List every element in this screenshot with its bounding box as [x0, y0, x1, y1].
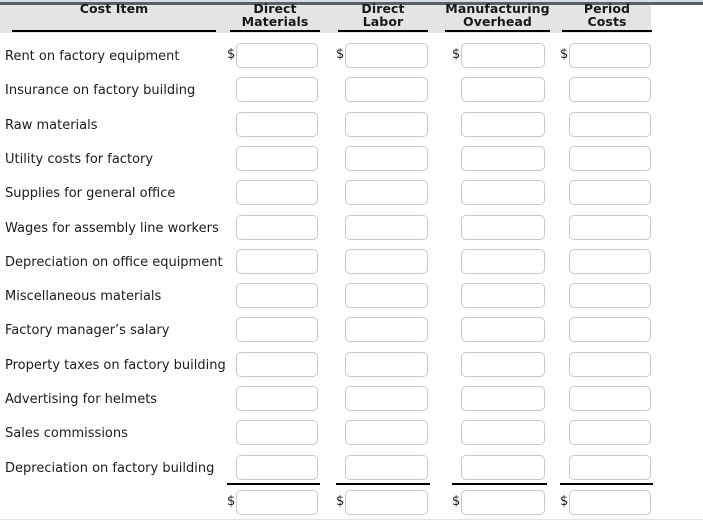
subtotal-rule-period-costs: [560, 482, 653, 485]
cell-input-direct-labor-row-9[interactable]: [345, 317, 428, 343]
currency-symbol-total: $: [336, 493, 345, 509]
cell-input-direct-materials-row-5[interactable]: [236, 180, 318, 206]
cell-input-period-costs-row-1[interactable]: [569, 43, 651, 68]
cell-input-period-costs-row-11[interactable]: [569, 386, 651, 411]
currency-symbol: $: [336, 47, 345, 62]
cell-input-direct-materials-row-2[interactable]: [236, 77, 318, 103]
cell-input-period-costs-row-10[interactable]: [569, 351, 651, 377]
column-header-direct-materials: Direct Materials: [228, 2, 322, 28]
cell-input-mfg-overhead-row-10[interactable]: [461, 351, 545, 377]
total-input-mfg-overhead[interactable]: [461, 489, 545, 515]
cell-input-direct-labor-row-7[interactable]: [345, 248, 428, 274]
cell-input-mfg-overhead-row-6[interactable]: [461, 214, 545, 240]
cell-input-mfg-overhead-row-12[interactable]: [461, 420, 545, 446]
cell-input-direct-materials-row-1[interactable]: [236, 43, 318, 68]
row-label: Rent on factory equipment: [5, 49, 180, 64]
cell-input-period-costs-row-12[interactable]: [569, 420, 651, 446]
cell-input-mfg-overhead-row-8[interactable]: [461, 283, 545, 309]
header-rule-manufacturing-overhead: [445, 30, 550, 32]
column-header-line2: Materials: [241, 14, 309, 29]
cell-input-mfg-overhead-row-7[interactable]: [461, 248, 545, 274]
column-header-period-costs: Period Costs: [560, 2, 654, 28]
header-rule-direct-labor: [338, 30, 428, 32]
row-label: Supplies for general office: [5, 186, 176, 202]
row-label: Depreciation on factory building: [5, 460, 215, 476]
row-label: Raw materials: [5, 117, 98, 133]
row-label: Utility costs for factory: [5, 151, 154, 167]
subtotal-rule-direct-materials: [227, 482, 320, 485]
cell-input-period-costs-row-5[interactable]: [569, 180, 651, 206]
column-header-direct-labor: Direct Labor: [336, 2, 430, 28]
cell-input-period-costs-row-9[interactable]: [569, 317, 651, 343]
total-input-direct-materials[interactable]: [236, 489, 318, 515]
currency-symbol-total: $: [452, 493, 461, 509]
cell-input-direct-labor-row-3[interactable]: [345, 111, 428, 137]
cell-input-period-costs-row-3[interactable]: [569, 111, 651, 137]
cell-input-mfg-overhead-row-11[interactable]: [461, 386, 545, 411]
row-label: Sales commissions: [5, 426, 128, 442]
cell-input-mfg-overhead-row-3[interactable]: [461, 111, 545, 137]
row-label: Factory manager’s salary: [5, 323, 170, 339]
cell-input-direct-labor-row-12[interactable]: [345, 420, 428, 446]
cell-input-direct-labor-row-6[interactable]: [345, 214, 428, 240]
subtotal-rule-mfg-overhead: [452, 482, 547, 485]
cell-input-mfg-overhead-row-1[interactable]: [461, 43, 545, 68]
cell-input-direct-labor-row-10[interactable]: [345, 351, 428, 377]
row-label: Property taxes on factory building: [5, 357, 226, 373]
cell-input-direct-materials-row-11[interactable]: [236, 386, 318, 411]
column-header-manufacturing-overhead: Manufacturing Overhead: [443, 2, 552, 28]
currency-symbol: $: [560, 47, 569, 62]
cell-input-direct-labor-row-2[interactable]: [345, 77, 428, 103]
cell-input-direct-materials-row-3[interactable]: [236, 111, 318, 137]
cell-input-mfg-overhead-row-5[interactable]: [461, 180, 545, 206]
total-input-direct-labor[interactable]: [345, 489, 428, 515]
cell-input-direct-labor-row-4[interactable]: [345, 145, 428, 171]
cell-input-direct-materials-row-8[interactable]: [236, 283, 318, 309]
total-input-period-costs[interactable]: [569, 489, 651, 515]
cell-input-period-costs-row-2[interactable]: [569, 77, 651, 103]
column-header-line2: Cost Item: [79, 1, 149, 16]
cell-input-mfg-overhead-row-4[interactable]: [461, 145, 545, 171]
cell-input-direct-labor-row-8[interactable]: [345, 283, 428, 309]
cell-input-period-costs-row-6[interactable]: [569, 214, 651, 240]
currency-symbol-total: $: [227, 493, 236, 509]
currency-symbol: $: [227, 47, 236, 62]
header-rule-direct-materials: [230, 30, 320, 32]
header-rule-period-costs: [562, 30, 652, 32]
column-header-line2: Overhead: [463, 14, 532, 29]
cell-input-direct-materials-row-10[interactable]: [236, 351, 318, 377]
subtotal-rule-direct-labor: [336, 482, 430, 485]
row-label: Insurance on factory building: [5, 83, 196, 99]
header-rule-cost-item: [12, 30, 216, 32]
cell-input-mfg-overhead-row-13[interactable]: [461, 454, 545, 480]
cell-input-direct-labor-row-5[interactable]: [345, 180, 428, 206]
cell-input-mfg-overhead-row-2[interactable]: [461, 77, 545, 103]
cell-input-period-costs-row-7[interactable]: [569, 248, 651, 274]
cell-input-direct-labor-row-11[interactable]: [345, 386, 428, 411]
column-header-line2: Costs: [587, 14, 627, 29]
cell-input-direct-materials-row-6[interactable]: [236, 214, 318, 240]
currency-symbol-total: $: [560, 493, 569, 509]
cell-input-direct-materials-row-13[interactable]: [236, 454, 318, 480]
cell-input-direct-materials-row-4[interactable]: [236, 145, 318, 171]
cell-input-period-costs-row-4[interactable]: [569, 145, 651, 171]
currency-symbol: $: [452, 47, 461, 62]
cell-input-direct-materials-row-7[interactable]: [236, 248, 318, 274]
cell-input-direct-labor-row-1[interactable]: [345, 43, 428, 68]
cell-input-period-costs-row-8[interactable]: [569, 283, 651, 309]
cell-input-direct-labor-row-13[interactable]: [345, 454, 428, 480]
row-label: Wages for assembly line workers: [5, 220, 219, 236]
cell-input-mfg-overhead-row-9[interactable]: [461, 317, 545, 343]
cell-input-direct-materials-row-12[interactable]: [236, 420, 318, 446]
column-header-cost-item: Cost Item: [12, 2, 216, 15]
cell-input-period-costs-row-13[interactable]: [569, 454, 651, 480]
row-label: Depreciation on office equipment: [5, 254, 223, 270]
cell-input-direct-materials-row-9[interactable]: [236, 317, 318, 343]
row-label: Miscellaneous materials: [5, 289, 162, 305]
column-header-line2: Labor: [362, 14, 404, 29]
row-label: Advertising for helmets: [5, 392, 158, 407]
page-bottom-divider: [0, 519, 703, 520]
